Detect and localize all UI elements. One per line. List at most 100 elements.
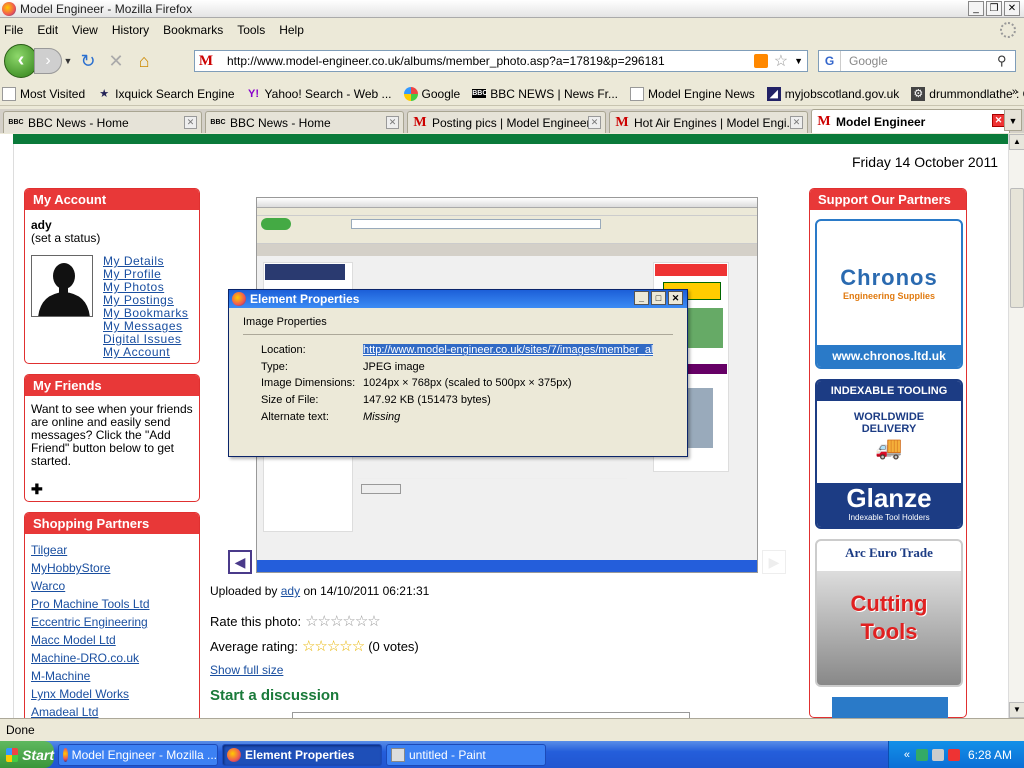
tab-bbc-news-2[interactable]: BBC BBC News - Home ✕ <box>205 111 404 133</box>
myhobbystore-link[interactable]: MyHobbyStore <box>31 559 150 577</box>
home-button[interactable]: ⌂ <box>130 49 158 73</box>
bookmark-bbc-news[interactable]: BBC BBC NEWS | News Fr... <box>472 87 618 101</box>
url-text[interactable]: http://www.model-engineer.co.uk/albums/m… <box>217 54 754 68</box>
scroll-thumb[interactable] <box>1010 188 1024 308</box>
site-header-strip <box>13 134 1008 144</box>
bookmark-ixquick[interactable]: ★ Ixquick Search Engine <box>97 87 234 101</box>
search-icon[interactable]: ⚲ <box>997 53 1015 69</box>
site-favicon-icon: M <box>413 114 427 130</box>
bookmarks-overflow-icon[interactable]: » <box>1012 86 1018 98</box>
back-button[interactable]: ‹ <box>4 44 38 78</box>
volume-icon[interactable] <box>931 748 944 761</box>
glanze-ad[interactable]: INDEXABLE TOOLING WORLDWIDE DELIVERY 🚚 G… <box>815 379 963 529</box>
dimensions-value: 1024px × 768px (scaled to 500px × 375px) <box>363 377 572 389</box>
bbc-icon: BBC <box>210 119 226 126</box>
tab-close-icon[interactable]: ✕ <box>790 116 803 129</box>
search-box[interactable]: G Google ⚲ <box>818 50 1016 72</box>
network-icon[interactable] <box>915 748 928 761</box>
taskbar-paint[interactable]: untitled - Paint <box>386 743 546 766</box>
menu-tools[interactable]: Tools <box>237 23 265 37</box>
bookmark-google[interactable]: Google <box>403 86 460 101</box>
lynx-model-works-link[interactable]: Lynx Model Works <box>31 685 150 703</box>
reload-button[interactable]: ↻ <box>74 49 102 73</box>
dialog-maximize-button[interactable]: □ <box>651 291 666 305</box>
shopping-partners-title: Shopping Partners <box>25 513 199 534</box>
set-status-link[interactable]: (set a status) <box>31 231 100 245</box>
username: ady <box>31 218 52 232</box>
taskbar: Start Model Engineer - Mozilla ... Eleme… <box>0 741 1024 768</box>
bookmark-most-visited[interactable]: Most Visited <box>2 86 85 101</box>
glanze-tagline: Indexable Tool Holders <box>848 513 930 522</box>
uploader-link[interactable]: ady <box>281 584 300 598</box>
start-button[interactable]: Start <box>0 741 54 768</box>
show-full-size-link[interactable]: Show full size <box>210 663 283 677</box>
rate-stars[interactable]: ☆☆☆☆☆☆ <box>305 612 381 630</box>
menu-history[interactable]: History <box>112 23 149 37</box>
firefox-icon <box>63 747 68 762</box>
tilgear-link[interactable]: Tilgear <box>31 541 150 559</box>
menu-edit[interactable]: Edit <box>37 23 58 37</box>
tab-hot-air-engines[interactable]: M Hot Air Engines | Model Engi... ✕ <box>609 111 808 133</box>
arc-line2: Tools <box>860 619 918 644</box>
tab-close-icon[interactable]: ✕ <box>588 116 601 129</box>
antivirus-icon[interactable] <box>947 748 960 761</box>
tab-posting-pics[interactable]: M Posting pics | Model Engineer ✕ <box>407 111 606 133</box>
minimize-button[interactable]: _ <box>968 1 984 16</box>
dialog-minimize-button[interactable]: _ <box>634 291 649 305</box>
average-stars: ☆☆☆☆☆ <box>301 638 365 655</box>
warco-link[interactable]: Warco <box>31 577 150 595</box>
bookmark-model-engine-news[interactable]: Model Engine News <box>630 86 755 101</box>
machine-dro-link[interactable]: Machine-DRO.co.uk <box>31 649 150 667</box>
arc-euro-trade-ad[interactable]: Arc Euro Trade Cutting Tools <box>815 539 963 687</box>
taskbar-firefox[interactable]: Model Engineer - Mozilla ... <box>58 743 218 766</box>
bookmark-star-icon[interactable]: ☆ <box>774 51 788 71</box>
bbc-icon: BBC <box>8 119 24 126</box>
scroll-up-icon[interactable]: ▲ <box>1009 134 1024 150</box>
bookmark-yahoo[interactable]: Y! Yahoo! Search - Web ... <box>247 87 391 101</box>
forward-button[interactable]: › <box>34 48 62 74</box>
search-engine-icon[interactable]: G <box>819 51 841 71</box>
eccentric-engineering-link[interactable]: Eccentric Engineering <box>31 613 150 631</box>
url-dropdown-icon[interactable]: ▼ <box>794 56 803 66</box>
dialog-close-button[interactable]: ✕ <box>668 291 683 305</box>
location-value[interactable]: http://www.model-engineer.co.uk/sites/7/… <box>363 344 654 356</box>
my-friends-box: My Friends Want to see when your friends… <box>24 374 200 502</box>
tab-list-button[interactable]: ▼ <box>1004 109 1022 131</box>
next-photo-button[interactable]: ▶ <box>762 550 786 574</box>
taskbar-element-properties[interactable]: Element Properties <box>222 743 382 766</box>
scroll-down-icon[interactable]: ▼ <box>1009 702 1024 718</box>
close-button[interactable]: ✕ <box>1004 1 1020 16</box>
rss-icon[interactable] <box>753 54 768 68</box>
search-input[interactable]: Google <box>841 54 997 68</box>
tab-close-icon[interactable]: ✕ <box>386 116 399 129</box>
upload-info: Uploaded by ady on 14/10/2011 06:21:31 <box>210 584 430 598</box>
tab-model-engineer[interactable]: M Model Engineer ✕ <box>811 109 1010 133</box>
partner-ad-4[interactable] <box>832 697 948 718</box>
menu-bookmarks[interactable]: Bookmarks <box>163 23 223 37</box>
friends-text: Want to see when your friends are online… <box>31 402 193 468</box>
chronos-ad[interactable]: Chronos Engineering Supplies www.chronos… <box>815 219 963 369</box>
menu-file[interactable]: File <box>4 23 23 37</box>
stop-button[interactable]: ✕ <box>102 49 130 73</box>
menu-view[interactable]: View <box>72 23 98 37</box>
add-friend-icon[interactable]: ✚ <box>31 481 43 498</box>
tab-bbc-news-1[interactable]: BBC BBC News - Home ✕ <box>3 111 202 133</box>
m-machine-link[interactable]: M-Machine <box>31 667 150 685</box>
amadeal-link[interactable]: Amadeal Ltd <box>31 703 150 718</box>
pro-machine-tools-link[interactable]: Pro Machine Tools Ltd <box>31 595 150 613</box>
my-account-link[interactable]: My Account <box>103 346 188 359</box>
menu-help[interactable]: Help <box>279 23 304 37</box>
tray-expand-icon[interactable]: « <box>904 749 910 761</box>
type-value: JPEG image <box>363 361 425 373</box>
tab-close-icon[interactable]: ✕ <box>184 116 197 129</box>
glanze-line1: WORLDWIDE <box>853 411 925 423</box>
macc-model-link[interactable]: Macc Model Ltd <box>31 631 150 649</box>
bookmark-drummondlathe[interactable]: ⚙drummondlathe : Ow... <box>911 86 1024 101</box>
previous-photo-button[interactable]: ◀ <box>228 550 252 574</box>
url-bar[interactable]: M http://www.model-engineer.co.uk/albums… <box>194 50 808 72</box>
history-dropdown-icon[interactable]: ▼ <box>62 56 74 66</box>
average-rating-row: Average rating: ☆☆☆☆☆ (0 votes) <box>210 637 419 655</box>
vertical-scrollbar[interactable]: ▲ ▼ <box>1008 134 1024 718</box>
restore-button[interactable]: ❐ <box>986 1 1002 16</box>
bookmark-myjobscotland[interactable]: ◢ myjobscotland.gov.uk <box>766 86 899 101</box>
